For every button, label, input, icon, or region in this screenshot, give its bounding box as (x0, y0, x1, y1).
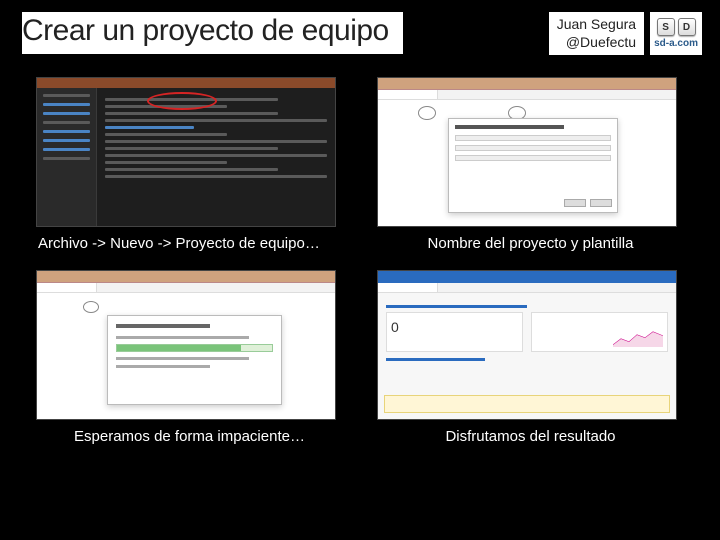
caption-3: Esperamos de forma impaciente… (36, 424, 343, 459)
author-box: Juan Segura @Duefectu (549, 12, 644, 55)
badge-text: sd-a.com (654, 38, 698, 49)
screenshot-3-progress (36, 270, 336, 420)
highlight-circle-icon (147, 92, 217, 110)
sda-badge: S D sd-a.com (650, 12, 702, 55)
thumbnail-grid: Archivo -> Nuevo -> Proyecto de equipo… … (0, 61, 720, 469)
sparkline-icon (613, 327, 663, 347)
title-container: Crear un proyecto de equipo (22, 12, 403, 54)
progress-bar-icon (116, 344, 273, 352)
author-name: Juan Segura (557, 16, 636, 34)
highlight-circle-icon (83, 301, 99, 313)
progress-panel (107, 315, 282, 405)
new-project-dialog (448, 118, 618, 213)
header-right: Juan Segura @Duefectu S D sd-a.com (549, 12, 702, 55)
keycap-d-icon: D (678, 18, 696, 36)
caption-1: Archivo -> Nuevo -> Proyecto de equipo… (36, 231, 343, 266)
screenshot-2-dialog (377, 77, 677, 227)
metric-number: 0 (391, 319, 399, 335)
author-handle: @Duefectu (557, 34, 636, 52)
slide-header: Crear un proyecto de equipo Juan Segura … (0, 0, 720, 61)
highlight-circle-icon (418, 106, 436, 120)
caption-4: Disfrutamos del resultado (377, 424, 684, 459)
slide-title: Crear un proyecto de equipo (22, 14, 395, 50)
caption-2: Nombre del proyecto y plantilla (377, 231, 684, 266)
screenshot-1-ide (36, 77, 336, 227)
keycap-s-icon: S (657, 18, 675, 36)
notice-banner (384, 395, 670, 413)
keycap-row: S D (657, 18, 696, 36)
screenshot-4-dashboard: 0 (377, 270, 677, 420)
